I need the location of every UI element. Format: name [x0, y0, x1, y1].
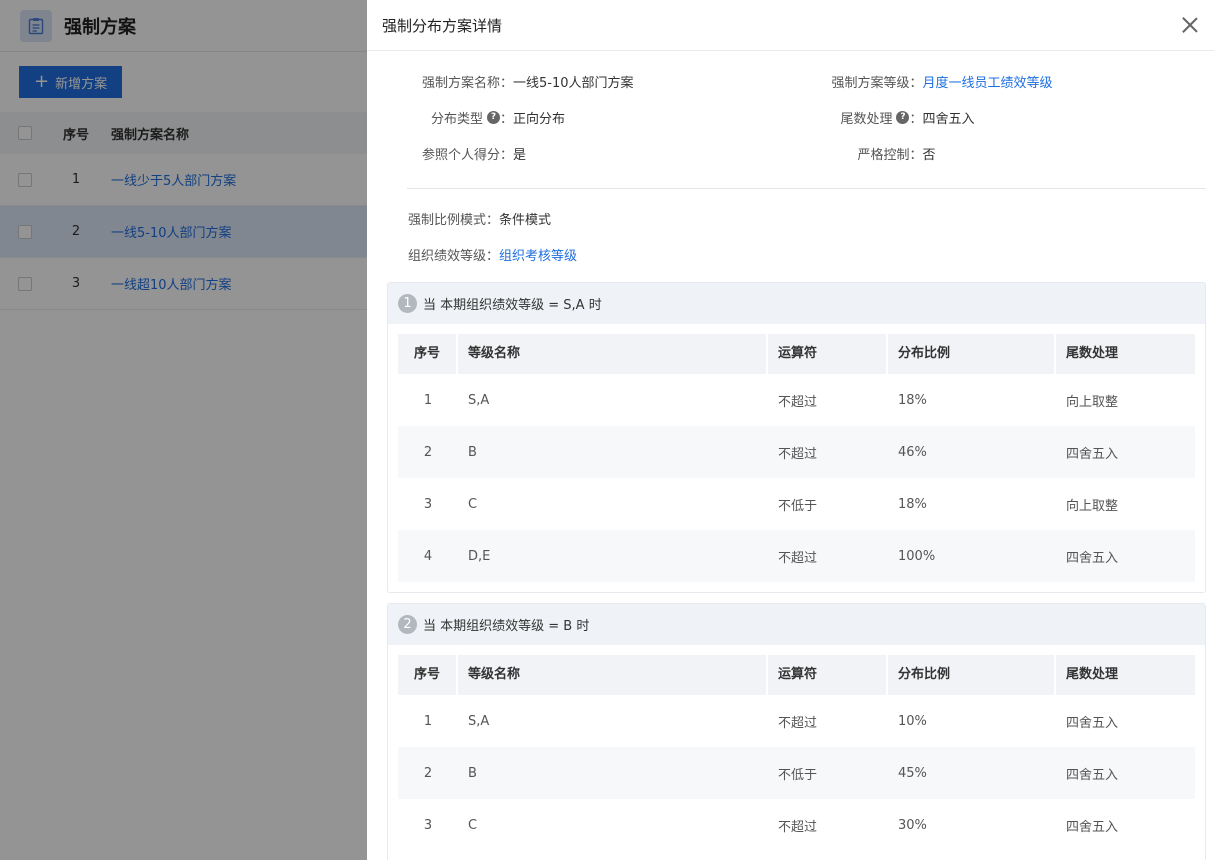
table-row: 3 C 不低于 18% 向上取整: [398, 478, 1195, 530]
col-operator: 运算符: [768, 655, 888, 695]
col-ratio: 分布比例: [888, 655, 1056, 695]
grade-table-header: 序号 等级名称 运算符 分布比例 尾数处理: [398, 334, 1195, 374]
divider: [407, 188, 1206, 189]
detail-drawer: 强制分布方案详情 强制方案名称： 一线5-10人部门方案 强制方案等级： 月度一…: [367, 0, 1214, 860]
cell-ratio: 10%: [888, 714, 1056, 729]
question-circle-icon[interactable]: ?: [896, 111, 909, 124]
org-level-link[interactable]: 组织考核等级: [499, 245, 577, 264]
plan-name-label: 强制方案名称：: [387, 72, 513, 91]
cell-ratio: 30%: [888, 818, 1056, 833]
condition-number: 1: [398, 294, 417, 313]
cell-seq: 2: [398, 445, 458, 460]
cell-grade: D,E: [458, 549, 768, 564]
condition-block: 2 当 本期组织绩效等级 = B 时 序号 等级名称 运算符 分布比例 尾数处理…: [387, 603, 1206, 860]
mode-row: 强制比例模式： 条件模式: [387, 200, 1206, 236]
grade-table: 序号 等级名称 运算符 分布比例 尾数处理 1 S,A 不超过 10% 四舍五入…: [388, 645, 1205, 860]
mode-value: 条件模式: [499, 209, 551, 228]
cell-rounding: 四舍五入: [1056, 547, 1195, 566]
plan-level-label: 强制方案等级：: [797, 72, 923, 91]
cell-ratio: 100%: [888, 549, 1056, 564]
strict-control-label: 严格控制：: [797, 144, 923, 163]
strict-control-value: 否: [923, 144, 936, 163]
col-rounding: 尾数处理: [1056, 334, 1195, 374]
colon: ：: [500, 108, 513, 127]
cell-seq: 1: [398, 714, 458, 729]
grade-table-header: 序号 等级名称 运算符 分布比例 尾数处理: [398, 655, 1195, 695]
ref-score-value: 是: [513, 144, 526, 163]
cell-rounding: 向上取整: [1056, 391, 1195, 410]
table-row: 1 S,A 不超过 18% 向上取整: [398, 374, 1195, 426]
mode-label: 强制比例模式：: [408, 209, 499, 228]
drawer-title: 强制分布方案详情: [382, 15, 502, 36]
plan-level-link[interactable]: 月度一线员工绩效等级: [923, 72, 1053, 91]
cell-seq: 3: [398, 497, 458, 512]
col-grade: 等级名称: [458, 655, 768, 695]
org-level-row: 组织绩效等级： 组织考核等级: [387, 236, 1206, 272]
close-icon[interactable]: [1180, 15, 1200, 35]
condition-header: 1 当 本期组织绩效等级 = S,A 时: [388, 283, 1205, 324]
cell-rounding: 四舍五入: [1056, 712, 1195, 731]
drawer-body: 强制方案名称： 一线5-10人部门方案 强制方案等级： 月度一线员工绩效等级 分…: [367, 51, 1214, 860]
cell-operator: 不超过: [768, 443, 888, 462]
col-seq: 序号: [398, 655, 458, 695]
cell-rounding: 四舍五入: [1056, 443, 1195, 462]
cell-grade: S,A: [458, 714, 768, 729]
cell-seq: 3: [398, 818, 458, 833]
info-grid: 强制方案名称： 一线5-10人部门方案 强制方案等级： 月度一线员工绩效等级 分…: [387, 51, 1206, 171]
grade-table: 序号 等级名称 运算符 分布比例 尾数处理 1 S,A 不超过 18% 向上取整…: [388, 324, 1205, 592]
cell-ratio: 46%: [888, 445, 1056, 460]
cell-ratio: 18%: [888, 393, 1056, 408]
cell-operator: 不超过: [768, 547, 888, 566]
table-row: 1 S,A 不超过 10% 四舍五入: [398, 695, 1195, 747]
table-row: 2 B 不超过 46% 四舍五入: [398, 426, 1195, 478]
condition-header: 2 当 本期组织绩效等级 = B 时: [388, 604, 1205, 645]
col-grade: 等级名称: [458, 334, 768, 374]
condition-block: 1 当 本期组织绩效等级 = S,A 时 序号 等级名称 运算符 分布比例 尾数…: [387, 282, 1206, 593]
colon: ：: [909, 108, 922, 127]
col-seq: 序号: [398, 334, 458, 374]
cell-seq: 2: [398, 766, 458, 781]
question-circle-icon[interactable]: ?: [487, 111, 500, 124]
condition-number: 2: [398, 615, 417, 634]
rounding-value: 四舍五入: [923, 108, 975, 127]
cell-ratio: 45%: [888, 766, 1056, 781]
table-row: 4 D,E 不超过 100% 四舍五入: [398, 530, 1195, 582]
cell-operator: 不超过: [768, 712, 888, 731]
plan-name-value: 一线5-10人部门方案: [513, 72, 634, 91]
cell-operator: 不低于: [768, 495, 888, 514]
col-rounding: 尾数处理: [1056, 655, 1195, 695]
cell-seq: 1: [398, 393, 458, 408]
cell-rounding: 四舍五入: [1056, 816, 1195, 835]
drawer-header: 强制分布方案详情: [367, 0, 1214, 51]
col-operator: 运算符: [768, 334, 888, 374]
dist-type-value: 正向分布: [513, 108, 565, 127]
cell-rounding: 向上取整: [1056, 495, 1195, 514]
cell-grade: C: [458, 497, 768, 512]
cell-grade: B: [458, 766, 768, 781]
col-ratio: 分布比例: [888, 334, 1056, 374]
cell-seq: 4: [398, 549, 458, 564]
cell-grade: B: [458, 445, 768, 460]
cell-grade: C: [458, 818, 768, 833]
cell-grade: S,A: [458, 393, 768, 408]
cell-operator: 不超过: [768, 391, 888, 410]
ref-score-label: 参照个人得分：: [387, 144, 513, 163]
rounding-label: 尾数处理: [840, 108, 892, 127]
table-row: 2 B 不低于 45% 四舍五入: [398, 747, 1195, 799]
org-level-label: 组织绩效等级：: [408, 245, 499, 264]
cell-operator: 不超过: [768, 816, 888, 835]
condition-text: 当 本期组织绩效等级 = B 时: [423, 615, 589, 634]
dist-type-label: 分布类型: [431, 108, 483, 127]
cell-rounding: 四舍五入: [1056, 764, 1195, 783]
cell-ratio: 18%: [888, 497, 1056, 512]
cell-operator: 不低于: [768, 764, 888, 783]
table-row: 3 C 不超过 30% 四舍五入: [398, 799, 1195, 851]
condition-text: 当 本期组织绩效等级 = S,A 时: [423, 294, 602, 313]
